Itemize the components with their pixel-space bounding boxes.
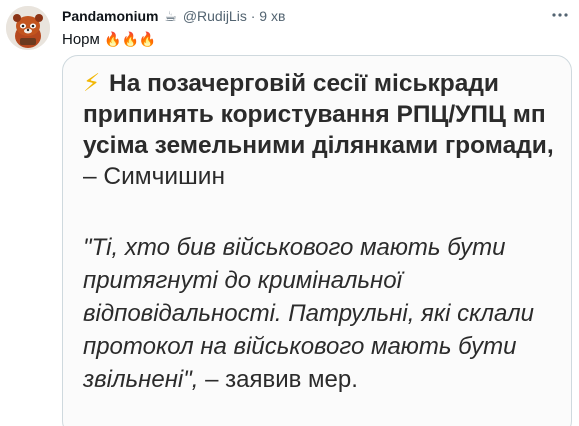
more-horizontal-icon: [552, 13, 568, 17]
headline-attribution: – Симчишин: [83, 163, 225, 190]
separator-dot: ·: [250, 8, 256, 24]
attached-image[interactable]: ⚡ На позачерговій сесії міськради припиня…: [62, 55, 572, 426]
more-options-icon[interactable]: [551, 6, 569, 29]
avatar[interactable]: [6, 6, 50, 50]
quote-attribution: – заявив мер.: [198, 366, 358, 393]
fire-emoji-icon: 🔥🔥🔥: [104, 31, 157, 47]
user-handle[interactable]: @RudijLis: [183, 8, 247, 24]
display-name[interactable]: Pandamonium: [62, 8, 158, 24]
tweet[interactable]: Pandamonium ☕ @RudijLis · 9 хв Норм 🔥🔥🔥 …: [0, 0, 579, 426]
lightning-icon: ⚡: [83, 70, 101, 97]
tweet-text: Норм 🔥🔥🔥: [62, 29, 156, 50]
tweet-header: Pandamonium ☕ @RudijLis · 9 хв: [62, 7, 285, 25]
coffee-cup-icon: ☕: [164, 8, 177, 24]
image-headline: ⚡ На позачерговій сесії міськради припиня…: [83, 68, 563, 192]
timestamp[interactable]: 9 хв: [259, 8, 285, 24]
tweet-text-body: Норм: [62, 31, 100, 48]
image-quote: "Ті, хто бив військового мають бути прит…: [83, 231, 553, 396]
red-panda-avatar-icon: [6, 6, 50, 50]
headline-bold: На позачерговій сесії міськради припинят…: [83, 70, 554, 159]
